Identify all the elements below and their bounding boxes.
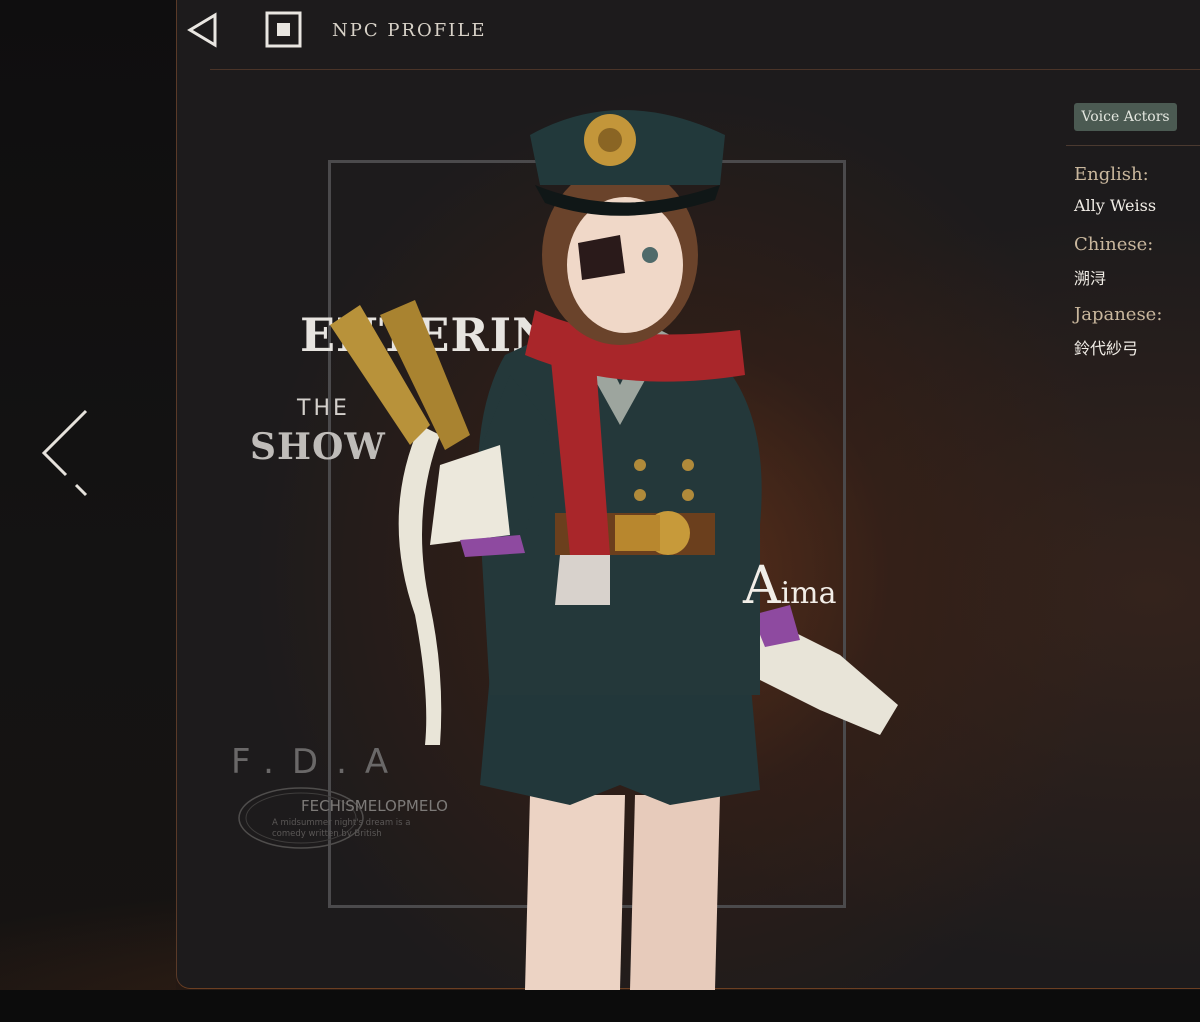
character-name-rest: ima — [780, 576, 837, 611]
page-title: NPC PROFILE — [332, 20, 487, 41]
stop-button[interactable] — [264, 10, 304, 50]
square-stop-icon — [265, 11, 302, 48]
triangle-left-icon — [187, 12, 217, 48]
character-name: Aima — [743, 556, 837, 616]
character-name-initial: A — [743, 556, 781, 616]
voice-actors-badge[interactable]: Voice Actors — [1074, 103, 1177, 131]
va-japanese-value: 鈴代紗弓 — [1074, 339, 1139, 358]
va-english-value: Ally Weiss — [1074, 196, 1157, 215]
left-rail — [0, 0, 176, 1022]
character-portrait — [330, 110, 898, 990]
va-chinese-label: Chinese: — [1074, 234, 1154, 255]
voice-actors-divider — [1066, 145, 1200, 146]
va-chinese-value: 溯浔 — [1074, 269, 1107, 288]
bottom-strip — [0, 990, 1200, 1022]
chevron-left-icon — [41, 409, 88, 497]
va-english-label: English: — [1074, 164, 1149, 185]
va-japanese-label: Japanese: — [1074, 304, 1163, 325]
header-divider — [210, 69, 1200, 70]
previous-button[interactable] — [38, 405, 98, 500]
back-button[interactable] — [184, 10, 224, 50]
